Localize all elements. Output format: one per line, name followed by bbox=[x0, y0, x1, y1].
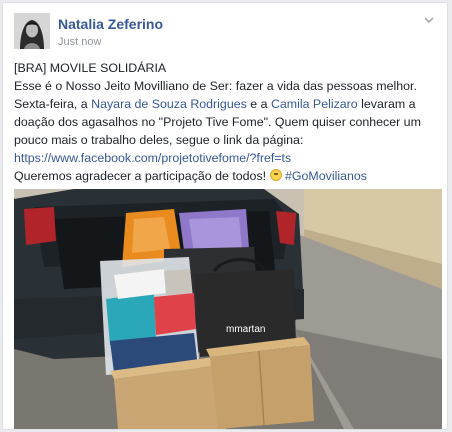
smiley-emoji-icon bbox=[269, 169, 282, 181]
message-text: Queremos agradecer a participação de tod… bbox=[14, 169, 270, 183]
post-card: Natalia Zeferino Just now [BRA] MOVILE S… bbox=[2, 2, 448, 430]
message-line: Queremos agradecer a participação de tod… bbox=[14, 167, 442, 185]
hashtag-link[interactable]: #GoMovilianos bbox=[285, 169, 367, 183]
message-line: [BRA] MOVILE SOLIDÁRIA bbox=[14, 61, 167, 75]
post-message: [BRA] MOVILE SOLIDÁRIA Esse é o Nosso Je… bbox=[14, 59, 442, 185]
author-name-link[interactable]: Natalia Zeferino bbox=[58, 16, 163, 32]
post-photo[interactable]: mmartan bbox=[14, 189, 442, 429]
message-line: Esse é o Nosso Jeito Movilliano de Ser: … bbox=[14, 79, 417, 93]
message-text: e a bbox=[246, 97, 271, 111]
message-line: pouco mais o trabalho deles, segue o lin… bbox=[14, 133, 304, 147]
external-url-link[interactable]: https://www.facebook.com/projetotivefome… bbox=[14, 151, 291, 165]
post-timestamp[interactable]: Just now bbox=[58, 36, 101, 48]
post-header: Natalia Zeferino Just now bbox=[14, 13, 438, 53]
chevron-down-icon[interactable] bbox=[422, 13, 436, 27]
message-line: doação dos agasalhos no "Projeto Tive Fo… bbox=[14, 115, 421, 129]
message-text: Sexta-feira, a bbox=[14, 97, 92, 111]
message-line: https://www.facebook.com/projetotivefome… bbox=[14, 149, 442, 167]
bag-brand-text: mmartan bbox=[226, 324, 265, 335]
message-text: levaram a bbox=[357, 97, 416, 111]
message-line: Sexta-feira, a Nayara de Souza Rodrigues… bbox=[14, 95, 442, 113]
mention-link-nayara[interactable]: Nayara de Souza Rodrigues bbox=[91, 97, 247, 111]
mention-link-camila[interactable]: Camila Pelizaro bbox=[271, 97, 358, 111]
avatar[interactable] bbox=[14, 13, 50, 49]
